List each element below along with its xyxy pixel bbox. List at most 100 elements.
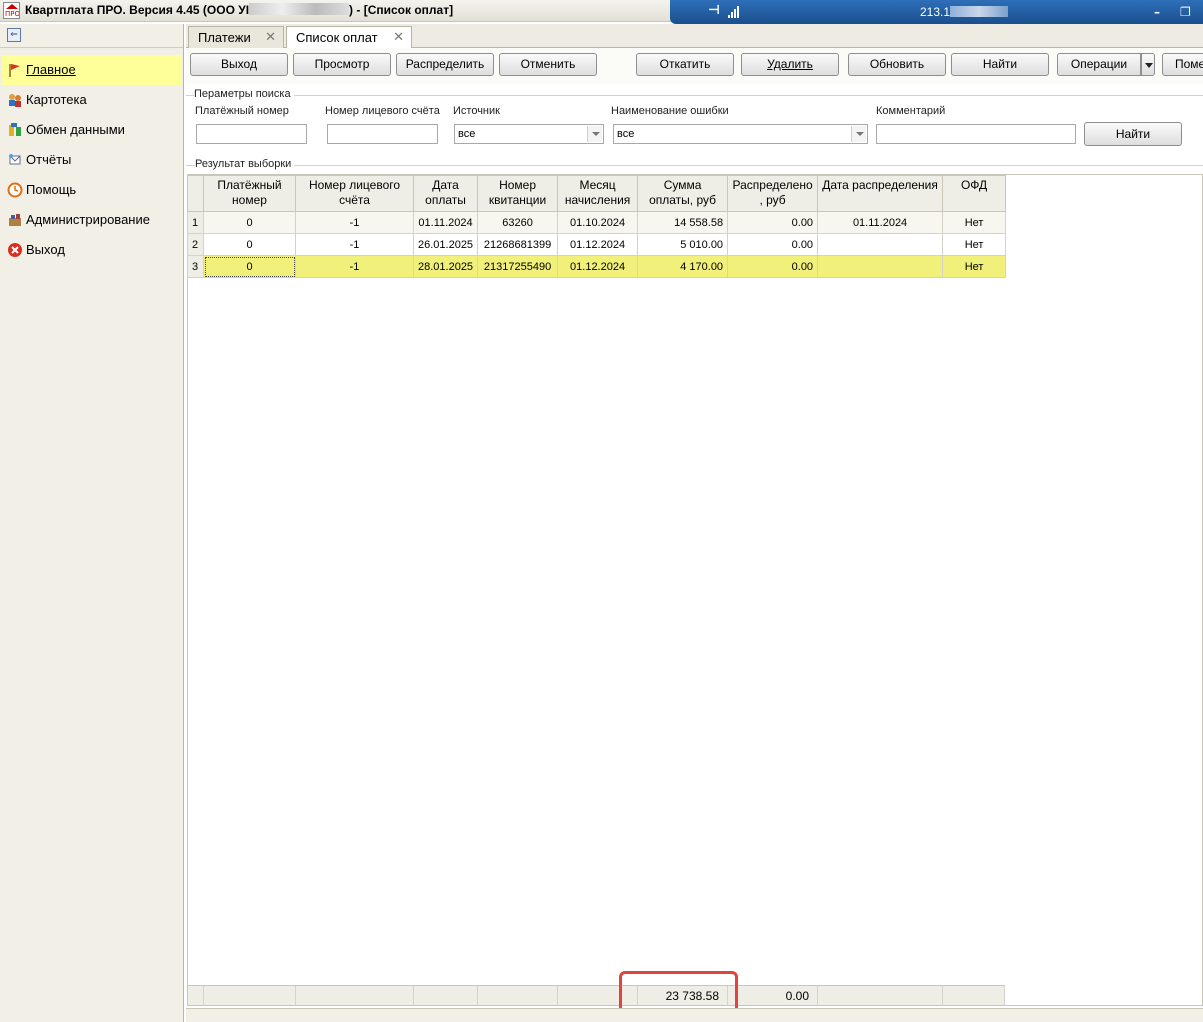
button-label: Распределить [405,57,485,71]
tab-payment-list[interactable]: Список оплат ✕ [286,26,412,49]
cancel-button[interactable]: Отменить [499,53,597,76]
remote-host-label: 213.1 [920,5,1009,19]
sidebar-item-label: Отчёты [26,152,72,167]
find-toolbar-button[interactable]: Найти [951,53,1049,76]
button-label: Выход [221,57,257,71]
table-cell[interactable]: 0.00 [727,211,819,234]
more-button[interactable]: Поме [1162,53,1203,76]
table-row[interactable]: 2 0 -1 26.01.2025 21268681399 01.12.2024… [187,233,1007,256]
table-cell[interactable]: 01.12.2024 [557,255,639,278]
table-cell[interactable]: 14 558.58 [637,211,729,234]
app-logo-text: ПРО [5,10,20,18]
source-select-value: все [458,128,476,140]
table-cell[interactable]: -1 [295,233,414,256]
results-grid-area[interactable] [187,174,1203,1006]
table-cell[interactable]: Нет [942,233,1007,256]
table-cell[interactable]: 01.11.2024 [412,211,479,234]
column-header[interactable]: Сумма оплаты, руб [637,175,729,212]
sidebar-item-label: Помощь [26,182,77,197]
close-icon[interactable]: ✕ [393,29,404,45]
delete-button[interactable]: Удалить [741,53,839,76]
app-logo-icon: ПРО [3,2,20,19]
row-indicator-header [187,175,204,212]
table-cell[interactable] [817,255,944,278]
minimize-icon[interactable]: – [1154,5,1160,19]
column-header[interactable]: Дата распределения [817,175,944,212]
exit-button[interactable]: Выход [190,53,288,76]
comment-input[interactable] [876,124,1076,144]
sidebar-item-main[interactable]: Главное [2,55,181,85]
table-cell[interactable]: 4 170.00 [637,255,729,278]
table-cell[interactable]: Нет [942,211,1007,234]
table-cell[interactable]: 01.12.2024 [557,233,639,256]
table-cell[interactable]: -1 [295,255,414,278]
table-cell[interactable]: -1 [295,211,414,234]
button-label: Найти [1115,127,1151,141]
table-cell[interactable]: 01.10.2024 [557,211,639,234]
restore-icon[interactable]: ❐ [1180,5,1191,19]
button-label: Операции [1070,57,1128,71]
table-cell-focused[interactable]: 0 [203,255,296,278]
chevron-down-icon[interactable] [851,126,866,142]
button-label: Откатить [659,57,711,71]
view-button[interactable]: Просмотр [293,53,391,76]
column-header[interactable]: Дата оплаты [412,175,479,212]
pin-icon[interactable]: ⊣ [708,4,722,18]
table-header-row: Платёжный номер Номер лицевого счёта Дат… [187,175,1007,212]
source-select[interactable]: все [454,124,604,144]
close-icon[interactable]: ✕ [265,29,276,45]
column-header[interactable]: Распределено , руб [727,175,819,212]
operations-dropdown-icon[interactable] [1141,53,1155,76]
table-cell[interactable]: Нет [942,255,1007,278]
totals-cell [943,986,1005,1006]
results-table[interactable]: Платёжный номер Номер лицевого счёта Дат… [187,175,1007,278]
sidebar-item-label: Администрирование [26,212,150,227]
sidebar-item-help[interactable]: Помощь [2,175,181,205]
column-header[interactable]: Номер лицевого счёта [295,175,414,212]
table-cell[interactable]: 63260 [477,211,559,234]
table-cell[interactable]: 0 [203,211,296,234]
exit-icon [8,243,22,257]
column-header[interactable]: Номер квитанции [477,175,559,212]
error-name-select[interactable]: все [613,124,868,144]
distribute-button[interactable]: Распределить [396,53,494,76]
account-number-input[interactable] [327,124,438,144]
table-cell[interactable]: 21268681399 [477,233,559,256]
search-find-button[interactable]: Найти [1084,122,1182,146]
tab-payments[interactable]: Платежи ✕ [188,26,284,48]
button-label: Найти [982,57,1018,71]
source-label: Источник [453,105,500,117]
sidebar-item-reports[interactable]: Отчёты [2,145,181,175]
horizontal-scrollbar[interactable] [186,1008,1203,1022]
table-cell[interactable]: 0.00 [727,255,819,278]
table-cell[interactable]: 5 010.00 [637,233,729,256]
payment-number-input[interactable] [196,124,307,144]
table-cell[interactable]: 28.01.2025 [412,255,479,278]
table-cell[interactable]: 0.00 [727,233,819,256]
exchange-icon [9,123,21,136]
column-header[interactable]: Месяц начисления [557,175,639,212]
sidebar-item-kartoteka[interactable]: Картотека [2,85,181,115]
window-title-prefix: Квартплата ПРО. Версия 4.45 (ООО УІ [25,3,250,17]
operations-button[interactable]: Операции [1057,53,1141,76]
rollback-button[interactable]: Откатить [636,53,734,76]
sidebar-item-data-exchange[interactable]: Обмен данными [2,115,181,145]
table-cell[interactable]: 21317255490 [477,255,559,278]
chevron-down-icon[interactable] [587,126,602,142]
tab-label: Платежи [198,30,251,45]
sidebar-item-administration[interactable]: Администрирование [2,205,181,235]
table-cell[interactable]: 26.01.2025 [412,233,479,256]
remote-ip-text: 213.1 [920,5,951,19]
table-row-selected[interactable]: 3 0 -1 28.01.2025 21317255490 01.12.2024… [187,255,1007,278]
column-header[interactable]: Платёжный номер [203,175,296,212]
table-cell[interactable] [817,233,944,256]
table-cell[interactable]: 0 [203,233,296,256]
totals-cell [204,986,296,1006]
results-group-title: Результат выборки [195,158,295,170]
refresh-button[interactable]: Обновить [848,53,946,76]
table-cell[interactable]: 01.11.2024 [817,211,944,234]
collapse-panel-icon[interactable]: ⇐ [7,28,21,42]
column-header[interactable]: ОФД [942,175,1007,212]
sidebar-item-exit[interactable]: Выход [2,235,181,265]
table-row[interactable]: 1 0 -1 01.11.2024 63260 01.10.2024 14 55… [187,211,1007,234]
